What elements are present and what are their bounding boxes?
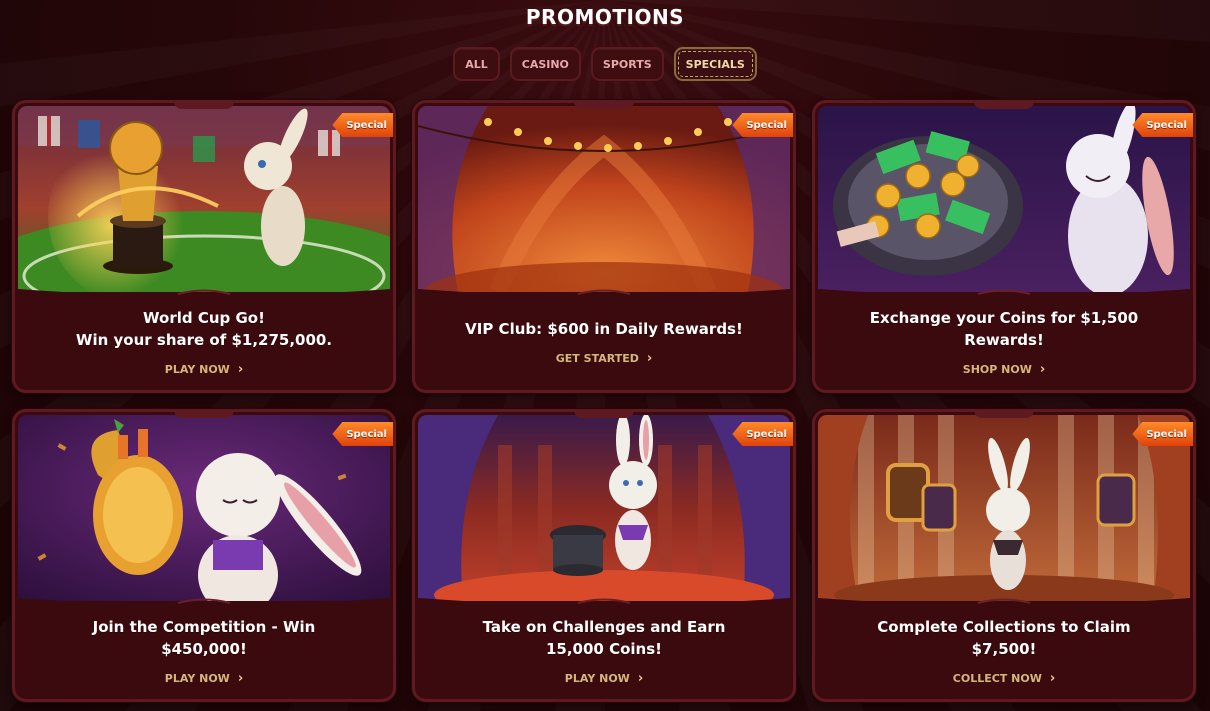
cta-label: Play Now bbox=[564, 672, 630, 685]
card-title-line: Take on Challenges and Earn bbox=[482, 618, 726, 636]
card-notch bbox=[174, 412, 234, 418]
special-badge: Special bbox=[332, 113, 393, 137]
promo-card[interactable]: Special bbox=[412, 100, 796, 393]
filter-tabs: ALL CASINO SPORTS SPECIALS bbox=[0, 47, 1210, 81]
cta-label: Get Started bbox=[555, 352, 639, 365]
promo-card[interactable]: Special bbox=[412, 409, 796, 702]
card-notch bbox=[974, 103, 1034, 109]
card-title-line: World Cup Go! bbox=[143, 309, 265, 327]
circus-tent-image bbox=[418, 106, 790, 292]
cta-label: Play Now bbox=[164, 672, 230, 685]
card-title-line: 15,000 Coins! bbox=[545, 640, 662, 658]
world-cup-trophy-rabbit-image bbox=[18, 106, 390, 292]
collection-gallery-rabbit-image bbox=[818, 415, 1190, 601]
card-body: World Cup Go! Win your share of $1,275,0… bbox=[15, 293, 393, 390]
card-title-line: Win your share of $1,275,000. bbox=[75, 331, 333, 349]
card-title: Complete Collections to Claim $7,500! bbox=[877, 616, 1130, 660]
page-title: Promotions bbox=[525, 5, 685, 29]
promo-card[interactable]: Special bbox=[12, 100, 396, 393]
card-notch bbox=[974, 412, 1034, 418]
filter-specials-button[interactable]: SPECIALS bbox=[673, 47, 757, 81]
card-title-line: Exchange your Coins for $1,500 bbox=[869, 309, 1139, 327]
card-title: World Cup Go! Win your share of $1,275,0… bbox=[76, 307, 332, 351]
card-title-line: $450,000! bbox=[161, 640, 247, 658]
chevron-right-icon: › bbox=[1049, 671, 1056, 686]
promo-card[interactable]: Special bbox=[812, 409, 1196, 702]
card-title-line: $7,500! bbox=[971, 640, 1037, 658]
promo-card[interactable]: Special bbox=[812, 100, 1196, 393]
card-title: Take on Challenges and Earn 15,000 Coins… bbox=[483, 616, 726, 660]
filter-casino-button[interactable]: CASINO bbox=[509, 47, 581, 81]
get-started-link[interactable]: Get Started › bbox=[556, 352, 652, 365]
play-now-link[interactable]: Play Now › bbox=[565, 672, 643, 685]
filter-all-button[interactable]: ALL bbox=[453, 47, 500, 81]
special-badge: Special bbox=[732, 113, 793, 137]
shop-now-link[interactable]: Shop Now › bbox=[963, 363, 1045, 376]
play-now-link[interactable]: Play Now › bbox=[165, 672, 243, 685]
golden-trophy-rabbit-image bbox=[18, 415, 390, 601]
chevron-right-icon: › bbox=[637, 671, 644, 686]
card-title-line: VIP Club: $600 in Daily Rewards! bbox=[465, 320, 743, 338]
collect-now-link[interactable]: Collect Now › bbox=[953, 672, 1055, 685]
card-title: Exchange your Coins for $1,500 Rewards! bbox=[870, 307, 1138, 351]
card-body: Exchange your Coins for $1,500 Rewards! … bbox=[815, 293, 1193, 390]
chevron-right-icon: › bbox=[646, 351, 653, 366]
card-notch bbox=[574, 412, 634, 418]
special-badge: Special bbox=[1132, 113, 1193, 137]
cta-label: Collect Now bbox=[952, 672, 1042, 685]
coins-plate-rabbit-image bbox=[818, 106, 1190, 292]
card-title: Join the Competition - Win $450,000! bbox=[93, 616, 316, 660]
filter-sports-button[interactable]: SPORTS bbox=[590, 47, 664, 81]
card-title-line: Join the Competition - Win bbox=[92, 618, 316, 636]
cta-label: Play Now bbox=[164, 363, 230, 376]
card-title-line: Rewards! bbox=[964, 331, 1044, 349]
chevron-right-icon: › bbox=[237, 671, 244, 686]
special-badge: Special bbox=[332, 422, 393, 446]
card-body: Complete Collections to Claim $7,500! Co… bbox=[815, 602, 1193, 699]
card-title-line: Complete Collections to Claim bbox=[877, 618, 1131, 636]
card-body: Take on Challenges and Earn 15,000 Coins… bbox=[415, 602, 793, 699]
card-body: Join the Competition - Win $450,000! Pla… bbox=[15, 602, 393, 699]
magician-rabbit-image bbox=[418, 415, 790, 601]
promo-card[interactable]: Special bbox=[12, 409, 396, 702]
special-badge: Special bbox=[1132, 422, 1193, 446]
play-now-link[interactable]: Play Now › bbox=[165, 363, 243, 376]
card-notch bbox=[574, 103, 634, 109]
card-body: VIP Club: $600 in Daily Rewards! Get Sta… bbox=[415, 293, 793, 390]
chevron-right-icon: › bbox=[1039, 362, 1046, 377]
chevron-right-icon: › bbox=[237, 362, 244, 377]
cta-label: Shop Now bbox=[962, 363, 1032, 376]
card-title: VIP Club: $600 in Daily Rewards! bbox=[465, 318, 743, 340]
promotions-grid: Special World Cup Go! Win your share of … bbox=[12, 100, 1196, 702]
special-badge: Special bbox=[732, 422, 793, 446]
card-notch bbox=[174, 103, 234, 109]
